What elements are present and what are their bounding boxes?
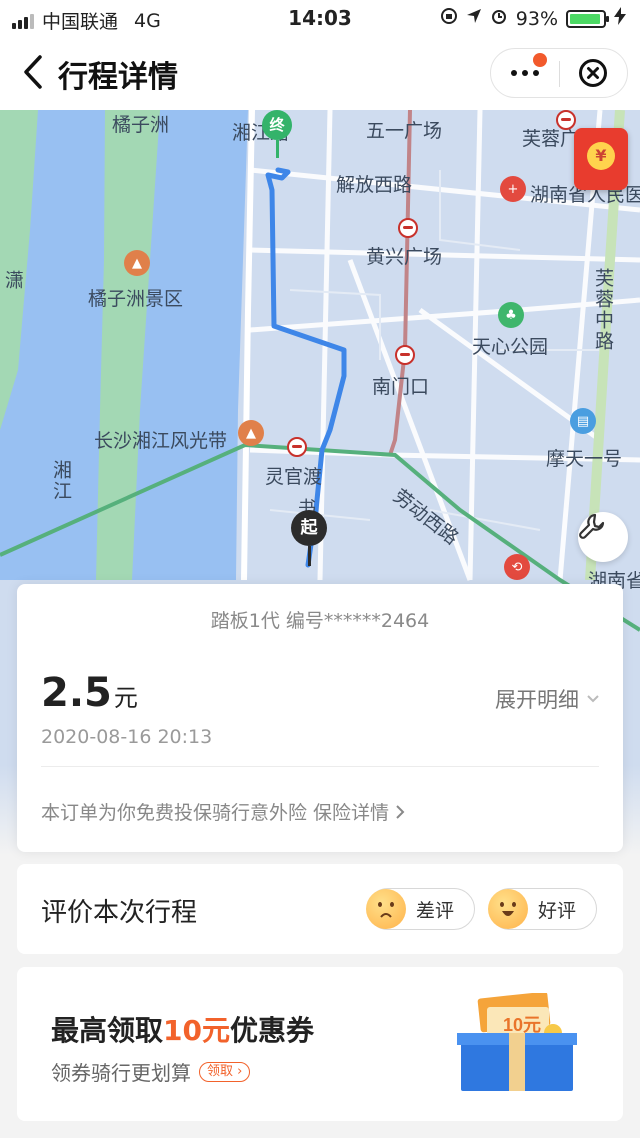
vehicle-info: 踏板1代 编号******2464 (210, 610, 430, 632)
gift-box-icon: 10元 (457, 991, 577, 1093)
building-icon[interactable]: ▤ (570, 408, 596, 434)
page-title: 行程详情 (58, 60, 178, 95)
insurance-text: 本订单为你免费投保骑行意外险 保险详情 (41, 802, 390, 824)
trip-price: 2.5元 (41, 670, 138, 716)
repair-button[interactable] (578, 512, 628, 562)
charging-bolt-icon (614, 7, 626, 30)
order-card: 踏板1代 编号******2464 2.5元 展开明细 2020-08-16 2… (17, 584, 623, 852)
battery-percent: 93% (515, 7, 558, 30)
chevron-left-icon (24, 55, 42, 89)
map-label: 橘子洲景区 (88, 288, 184, 310)
map-label: 摩天一号 (546, 448, 623, 470)
price-unit: 元 (113, 684, 138, 712)
metro-station-icon (395, 345, 415, 365)
start-marker-label: 起 (291, 510, 327, 546)
coupon-title-suffix: 优惠券 (229, 1014, 314, 1047)
bad-review-label: 差评 (416, 899, 455, 922)
chevron-down-icon (587, 695, 599, 703)
price-value: 2.5 (41, 670, 112, 716)
transit-icon[interactable]: ⟲ (504, 554, 530, 580)
map-label: 潇 (2, 270, 24, 291)
wrench-icon (579, 513, 605, 539)
map-label: 黄兴广场 (366, 246, 443, 268)
hospital-icon[interactable]: + (500, 176, 526, 202)
alarm-icon (490, 7, 508, 30)
expand-details-button[interactable]: 展开明细 (495, 684, 599, 714)
coupon-card[interactable]: 最高领取10元优惠券 领券骑行更划算 领取 › 10元 (17, 967, 623, 1121)
nav-bar: 行程详情 (0, 36, 640, 110)
lock-rotation-icon (440, 7, 458, 30)
coupon-title-prefix: 最高领取 (51, 1014, 164, 1047)
coupon-subtitle: 领券骑行更划算 (51, 1061, 191, 1085)
metro-station-icon (398, 218, 418, 238)
route-start-marker: 起 (291, 510, 327, 570)
claim-label: 领取 (207, 1063, 234, 1079)
map-label: 南门口 (372, 376, 430, 398)
status-bar: 中国联通 4G 14:03 93% (0, 0, 640, 36)
map-label: 橘子洲 (112, 114, 170, 136)
coupon-title: 最高领取10元优惠券 (51, 1009, 314, 1049)
good-review-label: 好评 (538, 899, 577, 922)
map-label: 五一广场 (366, 120, 443, 142)
map-label: 天心公园 (472, 336, 549, 358)
notification-dot (533, 53, 547, 67)
metro-station-icon (287, 437, 307, 457)
map-label: 芙蓉中路 (592, 268, 614, 352)
close-circle-icon (579, 59, 607, 87)
good-review-button[interactable]: 好评 (488, 888, 597, 930)
chevron-right-icon (396, 804, 405, 819)
scenic-spot-icon[interactable]: ▲ (238, 420, 264, 446)
map-label: 长沙湘江风光带 (94, 430, 228, 452)
rating-title: 评价本次行程 (41, 898, 198, 928)
insurance-details-link[interactable]: 本订单为你免费投保骑行意外险 保险详情 (41, 798, 405, 825)
sad-face-icon (366, 889, 406, 929)
park-icon[interactable]: ♣ (498, 302, 524, 328)
map-label: 解放西路 (336, 174, 413, 196)
coupon-subtitle-row: 领券骑行更划算 领取 › (51, 1057, 251, 1086)
metro-station-icon (556, 110, 576, 130)
more-dots-icon (511, 70, 517, 76)
trip-datetime: 2020-08-16 20:13 (41, 726, 213, 748)
rating-card: 评价本次行程 差评 好评 (17, 864, 623, 954)
red-packet-button[interactable]: ¥ (574, 128, 628, 190)
close-button[interactable] (559, 49, 627, 97)
expand-details-label: 展开明细 (495, 688, 579, 712)
battery-icon (566, 9, 609, 28)
more-button[interactable] (491, 49, 559, 97)
bad-review-button[interactable]: 差评 (366, 888, 475, 930)
scenic-spot-icon[interactable]: ▲ (124, 250, 150, 276)
coupon-title-amount: 10元 (163, 1014, 230, 1047)
map-label: 灵官渡 (265, 466, 323, 488)
back-button[interactable] (20, 54, 50, 90)
end-marker-label: 终 (262, 110, 292, 140)
route-end-marker: 终 (262, 110, 292, 158)
map-label: 湘江 (50, 460, 72, 502)
yuan-coin-icon: ¥ (587, 142, 615, 170)
happy-face-icon (488, 889, 528, 929)
location-arrow-icon (466, 8, 482, 29)
ticket-text: 10元 (503, 1015, 541, 1035)
mini-program-capsule (490, 48, 628, 98)
claim-coupon-button[interactable]: 领取 › (199, 1061, 251, 1082)
